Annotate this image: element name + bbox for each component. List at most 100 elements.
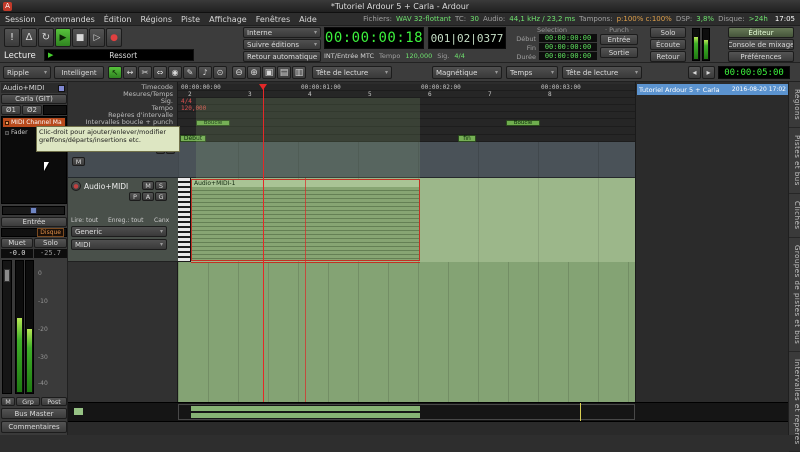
editor-window-button[interactable]: Éditeur bbox=[728, 27, 794, 38]
session-start-marker[interactable]: Début bbox=[180, 135, 206, 142]
midi-channel-selector[interactable]: Canx bbox=[154, 217, 169, 224]
summary-strip[interactable] bbox=[68, 402, 788, 422]
tool-stretch-button[interactable]: ⇔ bbox=[153, 66, 167, 79]
loop-start-marker[interactable]: Boucle bbox=[196, 120, 230, 126]
record-button[interactable]: ● bbox=[106, 28, 122, 47]
monitor-disk-chip[interactable]: Disque bbox=[37, 228, 64, 237]
menu-edition[interactable]: Édition bbox=[104, 15, 132, 24]
ruler-location-markers[interactable]: Début fin bbox=[178, 135, 635, 142]
playhead-marker[interactable] bbox=[259, 84, 267, 90]
menu-piste[interactable]: Piste bbox=[181, 15, 200, 24]
ruler-tempo[interactable]: 120,000 bbox=[178, 105, 635, 112]
punch-out-button[interactable]: Sortie bbox=[600, 47, 638, 58]
tab-snapshots[interactable]: Clichés bbox=[789, 194, 800, 238]
tab-ranges-markers[interactable]: Intervalles et repères bbox=[789, 352, 800, 452]
feedback-button[interactable]: Retour bbox=[650, 51, 686, 62]
follow-edits-dropdown[interactable]: Suivre éditions bbox=[243, 39, 321, 50]
midi-automation-button[interactable]: A bbox=[142, 192, 154, 201]
loop-end-marker[interactable]: Boucle bbox=[506, 120, 540, 126]
main-clock[interactable]: 00:00:00:18 bbox=[324, 27, 424, 49]
loop-button[interactable]: ↻ bbox=[38, 28, 54, 47]
sync-source-dropdown[interactable]: Interne bbox=[243, 27, 321, 38]
mute-button[interactable]: Muet bbox=[1, 238, 33, 248]
auto-return-dropdown[interactable]: Retour automatique bbox=[243, 51, 321, 62]
menu-regions[interactable]: Régions bbox=[140, 15, 172, 24]
tool-draw-button[interactable]: ✎ bbox=[183, 66, 197, 79]
track-name[interactable]: Audio+MIDI bbox=[84, 182, 128, 191]
metering-button[interactable]: M bbox=[1, 397, 15, 406]
ruler-cd-markers[interactable] bbox=[178, 127, 635, 135]
tab-regions[interactable]: Régions bbox=[789, 82, 800, 128]
edit-point-dropdown[interactable]: Tête de lecture bbox=[562, 66, 642, 79]
play-button[interactable]: ▶ bbox=[55, 28, 71, 47]
zoom-out-button[interactable]: ⊖ bbox=[232, 66, 246, 79]
selection-start-value[interactable]: 00:00:00:00 bbox=[539, 34, 597, 42]
solo-button[interactable]: Solo bbox=[650, 27, 686, 38]
tool-cut-button[interactable]: ✂ bbox=[138, 66, 152, 79]
grid-type-dropdown[interactable]: Temps bbox=[506, 66, 558, 79]
tool-internal-edit-button[interactable]: ♪ bbox=[198, 66, 212, 79]
smart-mode-button[interactable]: Intelligent bbox=[54, 66, 104, 79]
ruler-range-markers[interactable] bbox=[178, 112, 635, 119]
selection-duration-value[interactable]: 00:00:00:00 bbox=[539, 52, 597, 60]
tool-audition-button[interactable]: ◉ bbox=[168, 66, 182, 79]
zoom-focus-dropdown[interactable]: Tête de lecture bbox=[312, 66, 392, 79]
midi-play-channels[interactable]: Lire: tout bbox=[71, 217, 98, 224]
tool-range-button[interactable]: ↔ bbox=[123, 66, 137, 79]
menu-fenetres[interactable]: Fenêtres bbox=[256, 15, 290, 24]
zoom-fit-button[interactable]: ▣ bbox=[262, 66, 276, 79]
summary-view-rectangle[interactable] bbox=[178, 404, 635, 420]
menu-commandes[interactable]: Commandes bbox=[45, 15, 95, 24]
mixer-window-button[interactable]: Console de mixage bbox=[728, 39, 794, 50]
track-body-area[interactable] bbox=[178, 262, 635, 402]
tab-tracks-buses[interactable]: Pistes et bus bbox=[789, 128, 800, 194]
ruler-label-loop-punch[interactable]: Intervalles boucle + punch bbox=[86, 119, 173, 126]
ruler-loop-punch[interactable]: Boucle Boucle bbox=[178, 119, 635, 127]
tempo-value[interactable]: 120,000 bbox=[405, 52, 432, 60]
listen-button[interactable]: Écoute bbox=[650, 39, 686, 50]
nudge-clock[interactable]: 00:00:05:00 bbox=[718, 66, 790, 79]
menu-session[interactable]: Session bbox=[5, 15, 36, 24]
gain-slider-handle[interactable] bbox=[30, 207, 37, 214]
playhead-line[interactable] bbox=[263, 84, 264, 402]
track-lane-bus-master[interactable] bbox=[178, 142, 635, 178]
midi-scroomer-keyboard[interactable] bbox=[178, 178, 191, 262]
track-lane-audio-midi[interactable]: Audio+MIDI-1 bbox=[178, 178, 635, 262]
snap-mode-dropdown[interactable]: Magnétique bbox=[432, 66, 502, 79]
gain-slider[interactable] bbox=[2, 206, 65, 215]
trim-b-button[interactable]: Ø2 bbox=[22, 105, 42, 115]
processor-led[interactable] bbox=[5, 131, 9, 135]
meter-point-button[interactable]: Post bbox=[41, 397, 67, 406]
ruler-bars[interactable]: 2 3 4 5 6 7 8 bbox=[178, 91, 635, 98]
comments-button[interactable]: Commentaires bbox=[1, 421, 67, 433]
record-arm-button[interactable]: ● bbox=[71, 181, 81, 191]
strip-solo-button[interactable]: Solo bbox=[34, 238, 67, 248]
shrink-tracks-button[interactable]: ▥ bbox=[292, 66, 306, 79]
metronome-button[interactable]: Δ bbox=[21, 28, 37, 47]
ruler-timecode[interactable]: 00:00:00:00 00:00:01:00 00:00:02:00 00:0… bbox=[178, 84, 635, 91]
signature-mark[interactable]: 4/4 bbox=[181, 98, 192, 105]
plugin-button[interactable]: Carla (GIT) bbox=[1, 94, 67, 104]
nudge-forward-button[interactable]: ▸ bbox=[702, 66, 715, 79]
tool-grab-button[interactable]: ↖ bbox=[108, 66, 122, 79]
tempo-mark[interactable]: 120,000 bbox=[181, 105, 206, 112]
zoom-in-button[interactable]: ⊕ bbox=[247, 66, 261, 79]
snapshot-row[interactable]: Tutoriel Ardour 5 + Carla 2016-08-20 17:… bbox=[637, 84, 788, 95]
strip-name-row[interactable]: Audio+MIDI bbox=[1, 83, 67, 93]
input-button[interactable]: Entrée bbox=[1, 217, 67, 227]
expand-tracks-button[interactable]: ▤ bbox=[277, 66, 291, 79]
midi-solo-button[interactable]: S bbox=[155, 181, 167, 190]
stop-button[interactable]: ■ bbox=[72, 28, 88, 47]
shuttle-control[interactable]: ▶ Ressort bbox=[44, 49, 194, 61]
processor-led[interactable] bbox=[5, 121, 9, 125]
bus-mute-button[interactable]: M bbox=[72, 157, 85, 166]
session-end-marker[interactable]: fin bbox=[458, 135, 476, 142]
nudge-back-button[interactable]: ◂ bbox=[688, 66, 701, 79]
midi-device-dropdown[interactable]: Generic bbox=[71, 226, 167, 237]
group-button[interactable]: Grp bbox=[16, 397, 40, 406]
vertical-fader-handle[interactable] bbox=[4, 269, 10, 282]
track-header-audio-midi[interactable]: ● Audio+MIDI M S P A G Lire: tout Enreg.… bbox=[68, 178, 178, 262]
midi-playlist-button[interactable]: P bbox=[129, 192, 141, 201]
vertical-fader[interactable] bbox=[2, 260, 12, 394]
peak-display[interactable]: -25.7 bbox=[34, 249, 67, 258]
